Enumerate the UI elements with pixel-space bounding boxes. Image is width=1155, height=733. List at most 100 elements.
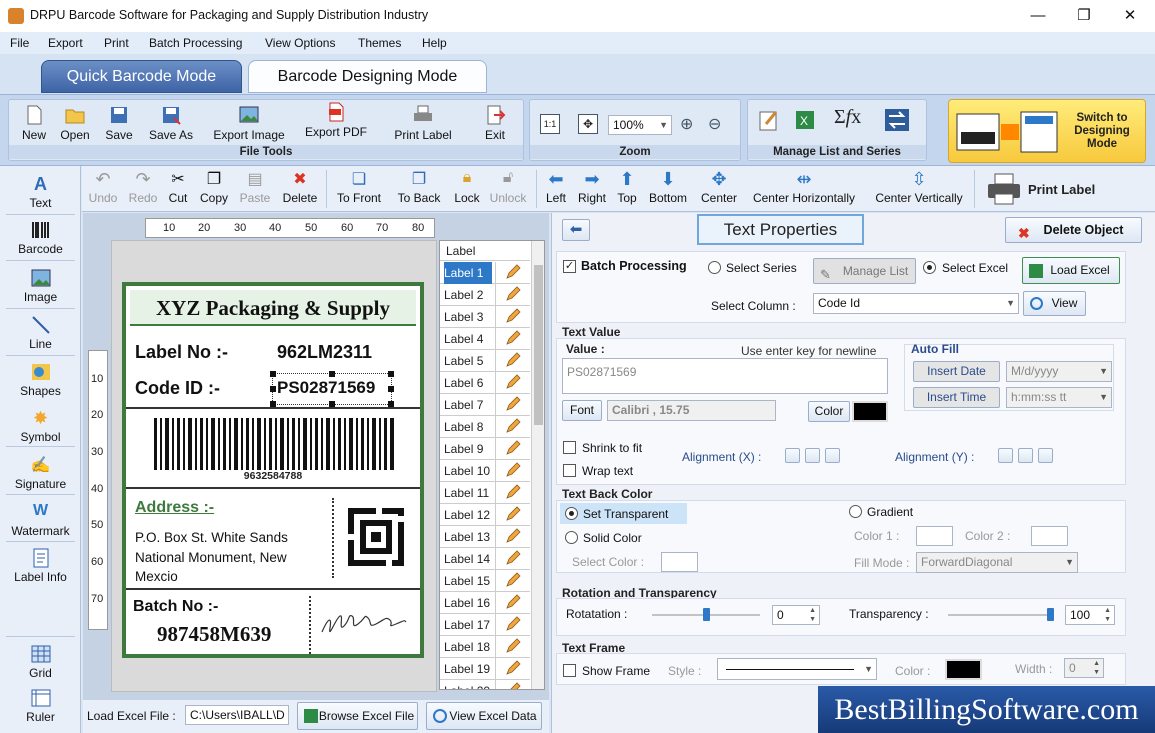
align-center-button[interactable]: ✥ Center: [698, 169, 740, 205]
menu-export[interactable]: Export: [48, 36, 83, 50]
sidebar-item-signature[interactable]: ✍ Signature: [3, 455, 78, 491]
minimize-button[interactable]: —: [1015, 0, 1061, 32]
edit-list-icon[interactable]: [758, 108, 780, 132]
center-horizontally-button[interactable]: ⇹ Center Horizontally: [748, 169, 860, 205]
sidebar-item-barcode[interactable]: Barcode: [3, 220, 78, 256]
insert-date-button[interactable]: Insert Date: [913, 361, 1000, 382]
sidebar-item-ruler[interactable]: Ruler: [3, 688, 78, 724]
label-list-item[interactable]: Label 17: [440, 614, 530, 636]
menu-themes[interactable]: Themes: [358, 36, 401, 50]
label-list-item[interactable]: Label 11: [440, 482, 530, 504]
copy-button[interactable]: ❐ Copy: [198, 169, 230, 205]
solid-color-radio[interactable]: [565, 531, 578, 544]
print-label-toolbar-button[interactable]: Print Label: [982, 170, 1152, 208]
menu-help[interactable]: Help: [422, 36, 447, 50]
select-column-combo[interactable]: Code Id ▼: [813, 293, 1019, 314]
rotation-spinner[interactable]: 0 ▲ ▼: [772, 605, 820, 625]
pencil-icon[interactable]: [495, 394, 528, 415]
show-frame-checkbox[interactable]: [563, 664, 576, 677]
pencil-icon[interactable]: [495, 636, 528, 657]
label-no-caption[interactable]: Label No :-: [135, 342, 228, 363]
sidebar-item-text[interactable]: A Text: [3, 174, 78, 210]
sidebar-item-watermark[interactable]: W Watermark: [3, 502, 78, 538]
to-front-button[interactable]: ❏ To Front: [334, 169, 384, 205]
pencil-icon[interactable]: [495, 460, 528, 481]
code-id-caption[interactable]: Code ID :-: [135, 378, 220, 399]
load-excel-button[interactable]: Load Excel: [1022, 257, 1120, 284]
label-list-item[interactable]: Label 18: [440, 636, 530, 658]
pencil-icon[interactable]: [495, 416, 528, 437]
batch-no-value[interactable]: 987458M639: [157, 622, 271, 647]
fit-screen-icon[interactable]: ✥: [578, 114, 598, 134]
font-field[interactable]: Calibri , 15.75: [607, 400, 776, 421]
align-right-icon[interactable]: [825, 448, 840, 463]
align-center-icon[interactable]: [805, 448, 820, 463]
insert-time-button[interactable]: Insert Time: [913, 387, 1000, 408]
frame-color-swatch[interactable]: [945, 659, 982, 680]
label-list-item[interactable]: Label 16: [440, 592, 530, 614]
qr-code-image[interactable]: [346, 506, 406, 568]
undo-button[interactable]: ↶ Undo: [88, 169, 118, 205]
transparency-spinner[interactable]: 100 ▲ ▼: [1065, 605, 1115, 625]
rotation-slider-thumb[interactable]: [703, 608, 710, 621]
export-image-button[interactable]: Export Image: [207, 104, 291, 142]
barcode-number[interactable]: 9632584788: [126, 470, 420, 482]
sidebar-item-line[interactable]: Line: [3, 315, 78, 351]
pencil-icon[interactable]: [495, 262, 528, 283]
pencil-icon[interactable]: [495, 614, 528, 635]
series-icon[interactable]: [884, 108, 910, 132]
shrink-to-fit-checkbox[interactable]: [563, 441, 576, 454]
label-list-item[interactable]: Label 1: [440, 262, 530, 284]
align-right-button[interactable]: ➡ Right: [576, 169, 608, 205]
open-button[interactable]: Open: [55, 104, 95, 142]
pencil-icon[interactable]: [495, 328, 528, 349]
wrap-text-checkbox[interactable]: [563, 464, 576, 477]
zoom-combo[interactable]: 100% ▼: [608, 115, 672, 135]
label-list-item[interactable]: Label 3: [440, 306, 530, 328]
pencil-icon[interactable]: [495, 438, 528, 459]
font-button[interactable]: Font: [562, 400, 602, 421]
tab-quick-barcode-mode[interactable]: Quick Barcode Mode: [41, 60, 242, 93]
sidebar-item-label-info[interactable]: Label Info: [3, 548, 78, 584]
select-excel-radio[interactable]: [923, 261, 936, 274]
zoom-out-icon[interactable]: ⊖: [708, 114, 721, 134]
view-excel-data-button[interactable]: View Excel Data: [426, 702, 542, 730]
pencil-icon[interactable]: [495, 592, 528, 613]
save-as-button[interactable]: Save As: [145, 104, 197, 142]
color1-swatch[interactable]: [916, 526, 953, 546]
tab-barcode-designing-mode[interactable]: Barcode Designing Mode: [248, 60, 487, 93]
transparency-slider[interactable]: [948, 614, 1052, 616]
label-design[interactable]: XYZ Packaging & Supply Label No :- 962LM…: [122, 282, 424, 658]
delete-object-button[interactable]: ✖ Delete Object: [1005, 217, 1142, 243]
label-list-item[interactable]: Label 9: [440, 438, 530, 460]
zoom-in-icon[interactable]: ⊕: [680, 114, 693, 134]
sidebar-item-grid[interactable]: Grid: [3, 644, 78, 680]
label-list-item[interactable]: Label 6: [440, 372, 530, 394]
code-id-value[interactable]: PS02871569: [277, 378, 375, 398]
center-vertically-button[interactable]: ⇳ Center Vertically: [870, 169, 968, 205]
pencil-icon[interactable]: [495, 372, 528, 393]
label-list-item[interactable]: Label 10: [440, 460, 530, 482]
redo-button[interactable]: ↷ Redo: [128, 169, 158, 205]
lock-button[interactable]: 🔒︎ Lock: [452, 169, 482, 205]
text-color-swatch[interactable]: [852, 401, 888, 422]
label-list-item[interactable]: Label 5: [440, 350, 530, 372]
select-series-radio[interactable]: [708, 261, 721, 274]
cut-button[interactable]: ✂ Cut: [166, 169, 190, 205]
excel-icon[interactable]: X: [794, 108, 820, 132]
unlock-button[interactable]: 🔓︎ Unlock: [488, 169, 528, 205]
label-list-item[interactable]: Label 15: [440, 570, 530, 592]
to-back-button[interactable]: ❐ To Back: [396, 169, 442, 205]
sidebar-item-symbol[interactable]: ✸ Symbol: [3, 408, 78, 444]
color-button[interactable]: Color: [808, 401, 850, 422]
select-color-swatch[interactable]: [661, 552, 698, 572]
batch-no-caption[interactable]: Batch No :-: [133, 598, 218, 616]
pencil-icon[interactable]: [495, 658, 528, 679]
frame-width-spinner[interactable]: 0 ▲ ▼: [1064, 658, 1104, 678]
pencil-icon[interactable]: [495, 482, 528, 503]
label-title[interactable]: XYZ Packaging & Supply: [130, 290, 416, 326]
back-arrow-icon[interactable]: ⬅: [562, 219, 590, 241]
label-list-item[interactable]: Label 20: [440, 680, 530, 689]
label-no-value[interactable]: 962LM2311: [277, 342, 372, 363]
excel-path-field[interactable]: C:\Users\IBALL\D: [185, 705, 289, 725]
